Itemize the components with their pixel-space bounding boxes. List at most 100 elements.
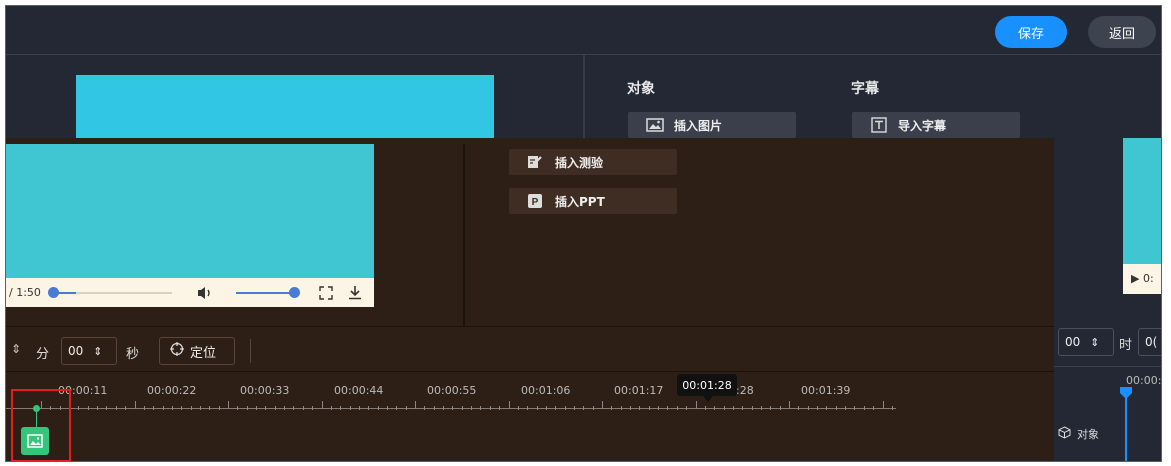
ruler-tick: [358, 406, 360, 410]
ruler-tick: [555, 406, 557, 410]
hours-stepper-icon[interactable]: ⇕: [1090, 336, 1099, 349]
ruler-tick: [218, 406, 220, 410]
ruler-tick: [658, 406, 660, 410]
ruler-tick: [845, 406, 847, 410]
locate-button[interactable]: 定位: [159, 337, 235, 365]
ruler-tick: [330, 406, 332, 410]
volume-icon[interactable]: [196, 285, 214, 304]
ruler-tick: [162, 406, 164, 410]
text-t-icon: [866, 117, 892, 133]
ruler-tick: [854, 406, 856, 410]
locate-label: 定位: [190, 345, 217, 361]
ruler-tick: [228, 401, 229, 409]
ruler-tick: [620, 406, 622, 410]
ruler-tick: [134, 401, 136, 409]
insert-ppt-button[interactable]: P 插入PPT: [509, 188, 677, 214]
playhead-line: [1125, 398, 1127, 461]
ruler-tick: [676, 406, 678, 410]
right-player-controls: ▶ 0:: [1123, 264, 1161, 294]
right-minutes-value: 0(: [1145, 335, 1158, 349]
ruler-tick: [863, 406, 865, 410]
ruler-tick: [386, 406, 388, 410]
ruler-tick: [592, 406, 594, 410]
right-ruler-line: [1054, 366, 1161, 367]
ruler-tick: [340, 406, 342, 410]
seconds-stepper-icon[interactable]: ⇕: [93, 345, 102, 358]
right-play-text[interactable]: ▶ 0:: [1131, 272, 1154, 285]
back-button[interactable]: 返回: [1088, 16, 1156, 48]
right-minutes-input[interactable]: 0(: [1138, 328, 1161, 356]
seconds-input[interactable]: 00 ⇕: [61, 337, 117, 365]
ruler-tick: [817, 406, 819, 410]
ruler-tick: [835, 406, 837, 410]
ruler-tick: [405, 406, 407, 410]
ruler-tick: [396, 406, 398, 410]
highlight-box: [11, 389, 71, 461]
quiz-edit-icon: [523, 154, 547, 170]
ruler-tick: [424, 406, 426, 410]
layer-divider: [463, 144, 465, 327]
ruler-tick: [302, 406, 304, 410]
import-subtitles-button[interactable]: 导入字幕: [852, 112, 1020, 138]
insert-image-button[interactable]: 插入图片: [628, 112, 796, 138]
ruler-tick: [630, 406, 632, 410]
save-button[interactable]: 保存: [995, 16, 1067, 48]
right-ruler-label: 00:00:0: [1126, 374, 1162, 387]
ruler-tick: [751, 406, 753, 410]
object-track-label: 对象: [1058, 426, 1099, 442]
ruler-tick: [639, 406, 641, 410]
volume-track[interactable]: [236, 292, 292, 294]
volume-handle[interactable]: [289, 287, 300, 298]
progress-handle[interactable]: [48, 287, 59, 298]
player-controls: / 1:50: [6, 278, 374, 307]
ruler-top-line: [6, 371, 1056, 372]
insert-image-label: 插入图片: [674, 118, 723, 133]
ruler-tick: [882, 401, 884, 409]
controls-separator: [250, 339, 251, 363]
ruler-label: 00:01:06: [521, 384, 571, 397]
ruler-tick: [153, 406, 155, 410]
ruler-tick: [873, 406, 875, 410]
ruler-tick: [274, 406, 276, 410]
ruler-tick: [611, 406, 613, 410]
ruler-tick: [415, 401, 416, 409]
ruler-tick: [433, 406, 435, 410]
right-video-preview: [1123, 138, 1161, 264]
ruler-baseline: [6, 408, 896, 409]
ruler-label: 00:00:33: [240, 384, 290, 397]
ppt-icon: P: [523, 193, 547, 209]
ruler-tick: [686, 406, 688, 410]
ruler-tick: [517, 406, 519, 410]
player-time: / 1:50: [9, 286, 41, 299]
ruler-tick: [181, 406, 183, 410]
time-tooltip: 00:01:28: [677, 374, 737, 396]
svg-text:P: P: [532, 197, 539, 208]
ruler-tick: [78, 406, 80, 410]
tooltip-arrow: [703, 396, 713, 402]
ruler-tick: [115, 406, 117, 410]
ruler-tick: [648, 406, 650, 410]
minutes-stepper-arrows[interactable]: ⇕: [11, 342, 21, 356]
ruler-tick: [87, 406, 89, 410]
cube-icon: [1058, 426, 1071, 442]
ruler-tick: [284, 406, 286, 410]
ruler-label: 00:00:55: [427, 384, 477, 397]
ruler-tick: [480, 406, 482, 410]
crosshair-icon: [170, 342, 184, 360]
download-icon[interactable]: [348, 285, 362, 303]
ruler-tick: [443, 406, 445, 410]
ruler-tick: [583, 406, 585, 410]
hours-unit: 时: [1119, 338, 1133, 353]
ruler-tick: [714, 406, 716, 410]
ruler-tick: [770, 406, 772, 410]
insert-quiz-button[interactable]: 插入测验: [509, 149, 677, 175]
fullscreen-icon[interactable]: [319, 286, 333, 303]
subtitles-title: 字幕: [851, 81, 879, 97]
ruler-tick: [489, 406, 491, 410]
ruler-label-partial: :28: [736, 384, 754, 397]
ruler-tick: [368, 406, 370, 410]
hours-input[interactable]: 00 ⇕: [1058, 328, 1114, 356]
ruler-tick: [312, 406, 314, 410]
ruler-tick: [732, 406, 734, 410]
seconds-unit: 秒: [126, 347, 140, 362]
